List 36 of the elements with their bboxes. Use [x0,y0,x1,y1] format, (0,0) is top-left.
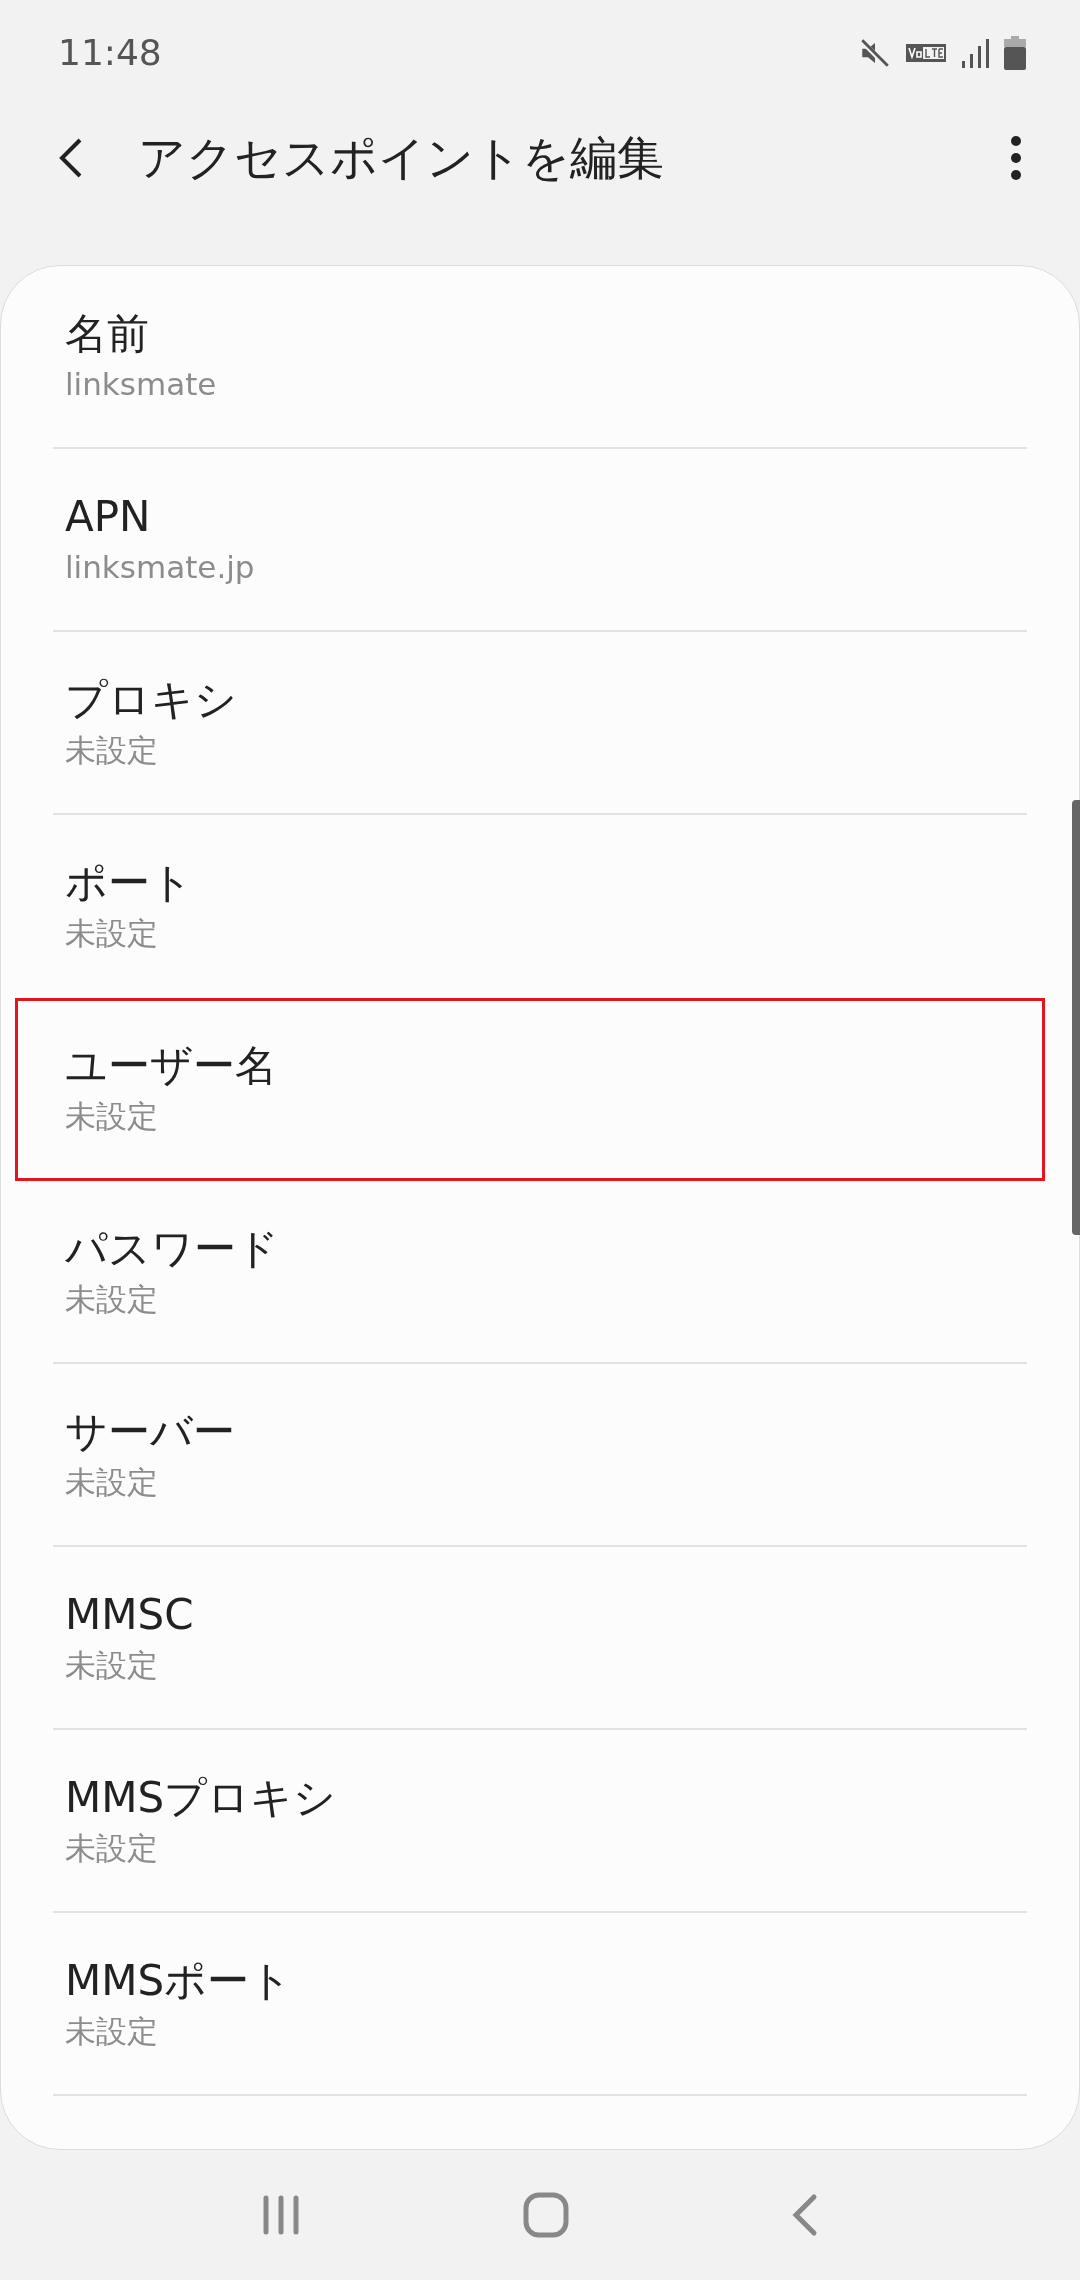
settings-item[interactable]: パスワード 未設定 [15,1181,1045,1364]
settings-item[interactable]: 名前 linksmate [15,266,1045,449]
item-label: MMSC [65,1589,194,1641]
item-value: 未設定 [65,1463,158,1502]
battery-icon [1004,35,1026,70]
item-label: MMSポート [65,1955,293,2007]
settings-item[interactable]: MMSC 未設定 [15,1547,1045,1730]
settings-item[interactable]: MMSポート 未設定 [15,1913,1045,2096]
home-icon[interactable] [523,2192,569,2238]
settings-item[interactable]: プロキシ 未設定 [15,632,1045,815]
settings-item[interactable]: ユーザー名 未設定 [15,998,1045,1181]
status-time: 11:48 [58,32,162,73]
item-value: linksmate [65,365,217,404]
screen-title: アクセスポイントを編集 [138,128,665,187]
item-value: 未設定 [65,914,158,953]
settings-item[interactable]: ポート 未設定 [15,815,1045,998]
item-label: ポート [65,857,193,909]
item-value: 未設定 [65,731,158,770]
settings-item[interactable]: APN linksmate.jp [15,449,1045,632]
item-value: linksmate.jp [65,548,255,587]
item-label: パスワード [65,1223,279,1275]
item-label: MMSプロキシ [65,1772,337,1824]
item-label: 名前 [65,308,149,360]
settings-item[interactable]: サーバー 未設定 [15,1364,1045,1547]
signal-icon [960,36,990,69]
item-value: 未設定 [65,2012,158,2051]
settings-item[interactable]: MMSプロキシ 未設定 [15,1730,1045,1913]
item-value: 未設定 [65,1646,158,1685]
item-value: 未設定 [65,1829,158,1868]
item-value: 未設定 [65,1097,158,1136]
item-value: 未設定 [65,1280,158,1319]
volte-icon [906,43,946,62]
item-label: ユーザー名 [65,1040,277,1092]
item-label: プロキシ [65,674,237,726]
item-label: APN [65,491,151,543]
item-label: サーバー [65,1406,235,1458]
